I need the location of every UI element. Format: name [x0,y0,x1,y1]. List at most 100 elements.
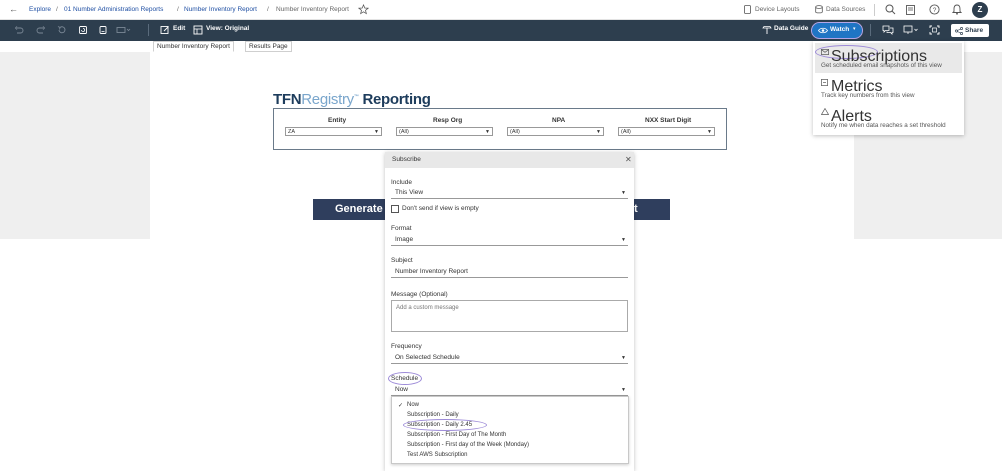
schedule-value: Now [395,386,409,393]
data-guide-button[interactable]: Data Guide [774,25,808,32]
schedule-option-first-day-month[interactable]: Subscription - First Day of The Month [407,432,506,438]
favorite-star-icon[interactable] [358,4,369,15]
pause-updates-icon[interactable] [98,25,108,35]
brand-part-tfn: TFN [273,91,302,108]
tab-results-page[interactable]: Results Page [245,41,292,52]
subject-value: Number Inventory Report [395,268,468,275]
undo-icon[interactable] [14,25,24,35]
brand-part-registry: Registry [301,91,354,108]
redo-icon[interactable] [36,25,46,35]
dropdown-arrow-icon: ▼ [596,129,601,135]
search-icon[interactable] [885,4,896,15]
generate-report-label: Generate R [335,203,385,215]
help-icon[interactable]: ? [929,4,940,15]
subscribe-dialog-title: Subscribe [392,156,421,163]
filter-label-resp-org: Resp Org [433,117,463,124]
fullscreen-icon[interactable] [929,25,940,35]
watch-label: Watch [830,26,850,33]
generate-report-button-right[interactable]: t [634,199,670,220]
filter-npa-value: (All) [510,129,520,135]
breadcrumb-view: Number Inventory Report [276,6,349,13]
breadcrumb-explore[interactable]: Explore [29,6,51,13]
divider [874,4,875,16]
filter-nxx-select[interactable]: (All) ▼ [618,127,715,136]
subject-input[interactable]: Number Inventory Report [391,268,628,278]
filter-nxx-value: (All) [621,129,631,135]
svg-text:?: ? [933,7,937,14]
metrics-description: Track key numbers from this view [821,92,915,99]
breadcrumb-separator: / [267,6,269,13]
filter-label-nxx-start-digit: NXX Start Digit [645,117,692,124]
eye-icon [818,27,828,34]
dropdown-arrow-icon: ▼ [621,387,626,393]
dropdown-arrow-icon: ▼ [374,129,379,135]
generate-report-button[interactable]: Generate R [313,199,385,220]
filter-npa-select[interactable]: (All) ▼ [507,127,604,136]
format-label: Format [391,225,412,232]
frequency-select[interactable]: On Selected Schedule ▼ [391,354,628,364]
chevron-down-icon: ▾ [853,26,856,32]
user-avatar[interactable]: Z [972,2,988,18]
content-icon[interactable] [906,4,916,15]
dropdown-arrow-icon: ▼ [621,355,626,361]
breadcrumb-bar: ← Explore / 01 Number Administration Rep… [0,0,1002,20]
download-icon[interactable] [903,25,919,35]
refresh-icon[interactable] [78,25,88,35]
schedule-option-daily[interactable]: Subscription - Daily [407,412,459,418]
view-original-button[interactable]: View: Original [206,25,249,32]
divider [148,24,149,36]
message-label: Message (Optional) [391,291,448,298]
format-select[interactable]: Image ▼ [391,236,628,246]
device-layouts-icon[interactable] [744,5,751,14]
include-label: Include [391,179,412,186]
highlight-ring [403,419,487,431]
close-icon[interactable]: ✕ [625,155,632,164]
alerts-description: Notify me when data reaches a set thresh… [821,122,946,129]
breadcrumb-separator: / [177,6,179,13]
subject-label: Subject [391,257,413,264]
schedule-option-first-day-week[interactable]: Subscription - First day of the Week (Mo… [407,442,529,448]
breadcrumb-project[interactable]: 01 Number Administration Reports [64,6,163,13]
data-sources-icon[interactable] [815,5,823,14]
schedule-select[interactable]: Now ▼ [391,386,628,396]
schedule-option-now[interactable]: Now [407,402,419,408]
filter-resp-org-value: (All) [399,129,409,135]
subscriptions-description: Get scheduled email snapshots of this vi… [821,62,942,69]
schedule-option-test-aws[interactable]: Test AWS Subscription [407,452,467,458]
message-textarea[interactable]: Add a custom message [391,300,628,332]
frequency-label: Frequency [391,343,422,350]
breadcrumb-separator: / [56,6,58,13]
breadcrumb-workbook[interactable]: Number Inventory Report [184,6,257,13]
brand-part-reporting: Reporting [358,91,431,108]
present-icon[interactable] [116,25,132,35]
device-layouts-link[interactable]: Device Layouts [755,6,799,13]
share-button[interactable]: Share [951,24,989,37]
mail-icon [821,49,829,55]
comments-icon[interactable] [882,25,894,35]
dropdown-arrow-icon: ▼ [707,129,712,135]
back-arrow-icon[interactable]: ← [9,4,18,14]
message-placeholder: Add a custom message [396,305,459,311]
alert-triangle-icon [821,108,829,115]
filter-resp-org-select[interactable]: (All) ▼ [396,127,493,136]
data-sources-link[interactable]: Data Sources [826,6,865,13]
frequency-value: On Selected Schedule [395,354,460,361]
filter-entity-value: ZA [288,129,296,135]
include-select[interactable]: This View ▼ [391,189,628,199]
filter-entity-select[interactable]: ZA ▼ [285,127,382,136]
filter-label-npa: NPA [552,117,566,124]
notifications-bell-icon[interactable] [952,4,962,15]
metrics-icon [821,79,828,86]
filter-label-entity: Entity [328,117,347,124]
dropdown-arrow-icon: ▼ [485,129,490,135]
dont-send-empty-checkbox[interactable] [391,205,399,213]
include-value: This View [395,189,424,196]
watch-button[interactable]: Watch ▾ [811,22,863,39]
view-icon [193,25,203,35]
edit-button[interactable]: Edit [173,25,185,32]
dropdown-arrow-icon: ▼ [621,190,626,196]
revert-icon[interactable] [57,25,67,35]
generate-report-label-tail: t [634,203,638,215]
brand-logo: TFNRegistry™ Reporting [273,91,431,108]
tab-number-inventory-report[interactable]: Number Inventory Report [153,41,234,52]
